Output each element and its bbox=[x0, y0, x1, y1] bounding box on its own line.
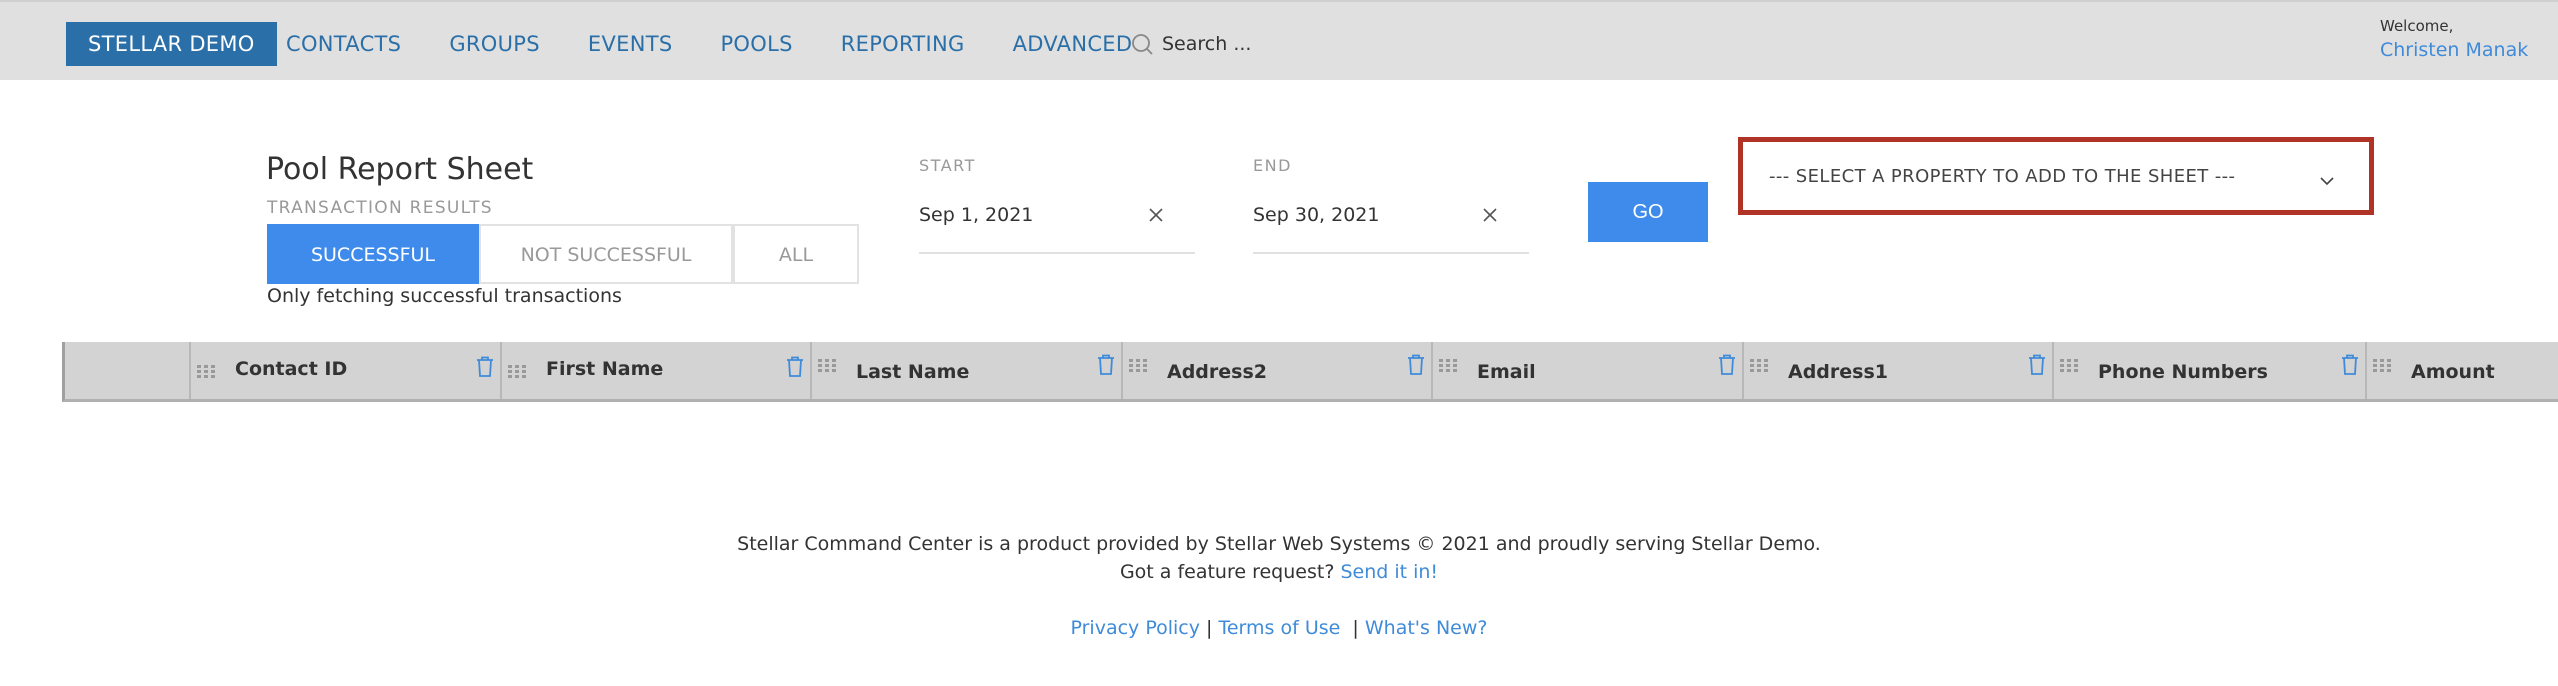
footer-copyright: Stellar Command Center is a product prov… bbox=[737, 533, 1821, 555]
send-feedback-link[interactable]: Send it in! bbox=[1340, 561, 1438, 583]
nav-links: CONTACTS GROUPS EVENTS POOLS REPORTING A… bbox=[262, 22, 1156, 66]
trash-icon[interactable] bbox=[476, 356, 494, 382]
drag-handle-icon[interactable] bbox=[508, 364, 526, 383]
transaction-filter: SUCCESSFUL NOT SUCCESSFUL ALL bbox=[267, 224, 859, 284]
welcome-label: Welcome, bbox=[2380, 17, 2454, 35]
start-date-label: START bbox=[919, 156, 976, 175]
property-select[interactable]: --- SELECT A PROPERTY TO ADD TO THE SHEE… bbox=[1738, 137, 2374, 215]
feature-request-text: Got a feature request? bbox=[1119, 561, 1335, 583]
column-header-first-name[interactable]: First Name bbox=[500, 342, 810, 399]
top-nav: STELLAR DEMO CONTACTS GROUPS EVENTS POOL… bbox=[0, 0, 2558, 80]
go-button[interactable]: GO bbox=[1588, 182, 1708, 242]
column-header-phone-numbers[interactable]: Phone Numbers bbox=[2052, 342, 2365, 399]
filter-successful-button[interactable]: SUCCESSFUL bbox=[267, 224, 479, 284]
nav-link-groups[interactable]: GROUPS bbox=[425, 22, 564, 66]
search-input[interactable]: Search ... bbox=[1162, 33, 1251, 55]
property-select-value: --- SELECT A PROPERTY TO ADD TO THE SHEE… bbox=[1769, 166, 2236, 187]
drag-handle-icon[interactable] bbox=[1750, 358, 1768, 377]
column-label: Address1 bbox=[1788, 361, 1889, 383]
footer-separator: | bbox=[1352, 617, 1359, 639]
footer: Stellar Command Center is a product prov… bbox=[0, 530, 2558, 642]
nav-link-events[interactable]: EVENTS bbox=[564, 22, 697, 66]
end-date-input[interactable]: Sep 30, 2021 bbox=[1253, 204, 1379, 226]
column-label: Address2 bbox=[1167, 361, 1268, 383]
column-label: Phone Numbers bbox=[2098, 361, 2268, 383]
column-header-email[interactable]: Email bbox=[1431, 342, 1742, 399]
column-label: Contact ID bbox=[235, 358, 348, 380]
footer-separator: | bbox=[1206, 617, 1213, 639]
nav-link-contacts[interactable]: CONTACTS bbox=[262, 22, 425, 66]
start-date-input[interactable]: Sep 1, 2021 bbox=[919, 204, 1033, 226]
transaction-results-label: TRANSACTION RESULTS bbox=[267, 198, 493, 218]
column-label: Amount bbox=[2411, 361, 2495, 383]
filter-all-button[interactable]: ALL bbox=[733, 224, 859, 284]
column-label: First Name bbox=[546, 358, 664, 380]
trash-icon[interactable] bbox=[786, 356, 804, 382]
nav-link-pools[interactable]: POOLS bbox=[696, 22, 816, 66]
start-date-field[interactable]: START Sep 1, 2021 bbox=[919, 156, 1195, 254]
trash-icon[interactable] bbox=[1097, 354, 1115, 380]
drag-handle-icon[interactable] bbox=[1439, 358, 1457, 377]
search-icon bbox=[1130, 32, 1154, 56]
column-header-contact-id[interactable]: Contact ID bbox=[189, 342, 500, 399]
drag-handle-icon[interactable] bbox=[1129, 358, 1147, 377]
feature-request-line: Got a feature request? Send it in! bbox=[0, 558, 2558, 586]
filter-not-successful-button[interactable]: NOT SUCCESSFUL bbox=[479, 224, 733, 284]
filter-note: Only fetching successful transactions bbox=[267, 285, 622, 307]
nav-link-reporting[interactable]: REPORTING bbox=[817, 22, 989, 66]
column-header-amount[interactable]: Amount bbox=[2365, 342, 2558, 399]
trash-icon[interactable] bbox=[2028, 354, 2046, 380]
search-box[interactable]: Search ... bbox=[1130, 28, 1251, 60]
drag-handle-icon[interactable] bbox=[818, 358, 836, 377]
drag-handle-icon[interactable] bbox=[2373, 358, 2391, 377]
end-date-field[interactable]: END Sep 30, 2021 bbox=[1253, 156, 1529, 254]
footer-links: Privacy Policy | Terms of Use | What's N… bbox=[0, 614, 2558, 642]
user-name-link[interactable]: Christen Manak bbox=[2380, 39, 2528, 61]
brand-button[interactable]: STELLAR DEMO bbox=[66, 22, 277, 66]
trash-icon[interactable] bbox=[1718, 354, 1736, 380]
drag-handle-icon[interactable] bbox=[197, 364, 215, 383]
end-date-label: END bbox=[1253, 156, 1292, 175]
table-header: Contact ID First Name Last Name Address2… bbox=[62, 342, 2558, 402]
page-title: Pool Report Sheet bbox=[266, 152, 534, 187]
whats-new-link[interactable]: What's New? bbox=[1365, 617, 1488, 639]
terms-of-use-link[interactable]: Terms of Use bbox=[1218, 617, 1340, 639]
column-header-last-name[interactable]: Last Name bbox=[810, 342, 1121, 399]
column-label: Last Name bbox=[856, 361, 970, 383]
clear-start-date-icon[interactable] bbox=[1145, 204, 1167, 226]
trash-icon[interactable] bbox=[1407, 354, 1425, 380]
column-header-address2[interactable]: Address2 bbox=[1121, 342, 1431, 399]
trash-icon[interactable] bbox=[2341, 354, 2359, 380]
drag-handle-icon[interactable] bbox=[2060, 358, 2078, 377]
column-label: Email bbox=[1477, 361, 1536, 383]
chevron-down-icon bbox=[2319, 172, 2335, 191]
user-welcome: Welcome, Christen Manak bbox=[2380, 16, 2528, 64]
column-header-address1[interactable]: Address1 bbox=[1742, 342, 2052, 399]
clear-end-date-icon[interactable] bbox=[1479, 204, 1501, 226]
privacy-policy-link[interactable]: Privacy Policy bbox=[1071, 617, 1200, 639]
